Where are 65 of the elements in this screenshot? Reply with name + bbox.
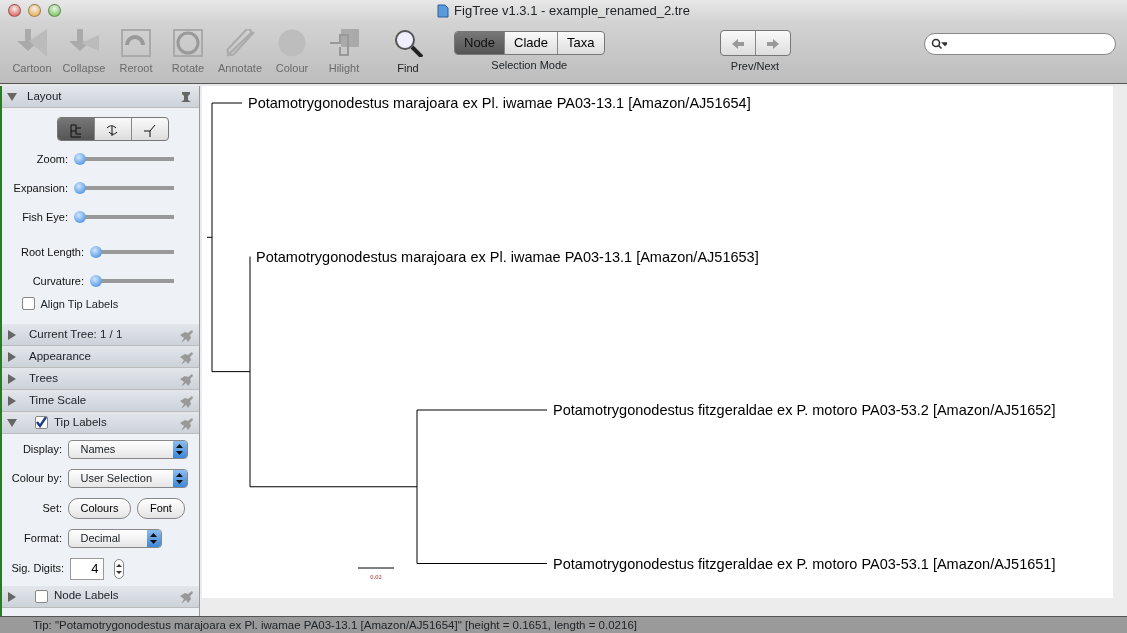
slider-thumb[interactable] [89,275,102,287]
toolbar-button[interactable]: Find [382,28,434,77]
format-dropdown[interactable]: Decimal [67,528,162,548]
section-title[interactable]: Trees [29,369,58,388]
cartoon-icon [17,28,47,57]
checkbox-label: Align Tip Labels [40,296,119,312]
field-label: Set: [41,501,62,516]
stepper[interactable] [114,558,124,579]
pin-icon [178,393,194,408]
pin-icon [178,327,194,342]
segment-tab[interactable]: Clade [504,32,558,54]
slider-thumb[interactable] [73,153,86,165]
checkbox[interactable] [35,589,48,603]
field-label: Format: [23,530,62,546]
paperclip-icon [225,28,255,57]
tip-label[interactable]: Potamotrygonodestus fitzgeraldae ex P. motoro PA03-53.1 [Amazon/AJ51651] [553,555,1056,572]
slider-thumb[interactable] [89,246,102,258]
updown-arrows-icon [176,473,183,484]
slider-thumb[interactable] [73,182,86,194]
set-button[interactable]: Colours [67,498,132,519]
pin-icon [178,371,194,386]
toolbar-label: Selection Mode [491,58,568,74]
updown-arrows-icon [176,444,183,455]
field-label: Colour by: [10,471,62,487]
window-title: FigTree v1.3.1 - example_renamed_2.tre [454,2,690,21]
hilight-icon [329,28,359,57]
field-label: Sig. Digits: [10,561,64,577]
layout-mode-button[interactable] [57,118,94,140]
slider-thumb[interactable] [73,211,86,223]
field-label: Root Length: [20,244,84,260]
field-label: Zoom: [35,151,68,167]
minimize-button[interactable] [28,4,41,17]
display-dropdown[interactable]: Names [67,440,188,459]
reroot-icon [121,28,151,57]
checkbox[interactable] [35,416,48,429]
pin-icon [178,349,194,364]
segment-tab[interactable]: Taxa [557,32,604,54]
set-button[interactable]: Font [136,498,185,519]
checkmark-icon [36,417,47,428]
section-title[interactable]: Layout [27,87,62,106]
digits-field[interactable]: 4 [69,557,104,580]
search-icon [393,28,423,57]
tip-label[interactable]: Potamotrygonodestus marajoara ex Pl. iwamae PA03-13.1 [Amazon/AJ51654] [248,95,751,111]
pin-icon [178,589,194,603]
field-label: Display: [21,442,62,458]
updown-arrows-icon [150,532,157,544]
tip-label[interactable]: Potamotrygonodestus fitzgeraldae ex P. motoro PA03-53.2 [Amazon/AJ51652] [553,402,1056,418]
scale-bar [357,567,395,569]
search-icon [930,37,947,50]
close-button[interactable] [8,4,21,17]
field-label: Expansion: [12,180,68,196]
toolbar-label: Prev/Next [730,59,780,75]
field-label: Fish Eye: [21,209,68,225]
status-text: Tip: "Potamotrygonodestus marajoara ex Pl. iwamae PA03-13.1 [Amazon/AJ51654]" [height = 0.1651, length = 0.0216] [0,616,1127,633]
updown-arrows-icon [116,562,122,575]
search-field[interactable] [923,32,1116,55]
colour-by-dropdown[interactable]: User Selection [67,469,188,488]
document-icon [437,4,450,18]
rotate-icon [173,28,203,57]
pin-icon [178,415,194,430]
field-label: Curvature: [31,273,84,289]
zoom-button[interactable] [48,4,61,17]
right-arrow-icon [764,36,781,51]
checkbox[interactable] [22,297,35,311]
tip-label[interactable]: Potamotrygonodestus marajoara ex Pl. iwamae PA03-13.1 [Amazon/AJ51653] [256,248,759,265]
